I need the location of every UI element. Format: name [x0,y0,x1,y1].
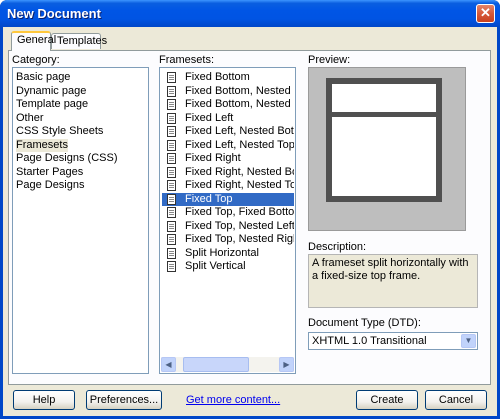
document-icon [167,139,176,151]
tab-general[interactable]: General [11,31,56,51]
get-more-content-link[interactable]: Get more content... [186,394,280,406]
document-icon [167,207,176,218]
description-box: A frameset split horizontally with a fix… [308,254,478,308]
document-icon [167,153,176,164]
frameset-item-label: Fixed Bottom, Nested Left [185,84,294,97]
document-icon [167,72,176,83]
document-icon [167,126,176,137]
document-icon [167,247,176,259]
title-bar[interactable]: New Document ✕ [0,0,500,27]
document-icon [167,166,176,178]
category-item[interactable]: Framesets [16,138,68,152]
category-item[interactable]: Basic page [16,71,70,84]
general-panel: Category: Basic page Dynamic page Template… [8,50,491,385]
frameset-item-label: Fixed Right, Nested Bottom [185,165,294,178]
frameset-item[interactable]: Fixed Bottom, Nested Right [162,98,294,111]
create-button[interactable]: Create [356,390,418,410]
cancel-button[interactable]: Cancel [425,390,487,410]
new-document-dialog: New Document ✕ General Templates Categor… [0,0,500,419]
frameset-item-label: Fixed Top, Nested Right [185,233,294,245]
document-icon [167,99,176,110]
preview-label: Preview: [308,54,351,66]
help-button[interactable]: Help [13,390,75,410]
frameset-item[interactable]: Fixed Right, Nested Bottom [162,166,294,179]
document-icon [167,112,176,124]
scroll-thumb[interactable] [183,357,249,372]
frameset-item[interactable]: Fixed Bottom [162,71,294,84]
scroll-right-icon[interactable]: ▶ [279,357,294,372]
frameset-item[interactable]: Split Horizontal [162,247,294,260]
frameset-item-label: Fixed Right, Nested Top [185,179,294,191]
frameset-item-label: Fixed Left, Nested Bottom [185,125,294,137]
close-icon[interactable]: ✕ [476,4,495,23]
frameset-item[interactable]: Fixed Right [162,152,294,165]
category-item[interactable]: Page Designs [16,179,85,192]
frameset-item[interactable]: Fixed Left, Nested Bottom [162,125,294,138]
chevron-down-icon[interactable]: ▼ [461,334,476,348]
frameset-item-label: Fixed Left, Nested Top [185,138,294,151]
frameset-item[interactable]: Fixed Top, Nested Right [162,233,294,246]
scroll-left-icon[interactable]: ◀ [161,357,176,372]
document-icon [167,193,176,205]
category-item[interactable]: Other [16,112,44,125]
frameset-item-label: Split Vertical [185,260,246,272]
frameset-item-label: Fixed Top [185,192,233,205]
description-label: Description: [308,241,367,253]
framesets-label: Framesets: [159,54,215,66]
frameset-item[interactable]: Fixed Top, Nested Left [162,220,294,233]
doctype-label: Document Type (DTD): [308,317,421,329]
frameset-item[interactable]: Fixed Top [162,192,294,206]
category-item[interactable]: Starter Pages [16,166,83,179]
category-item[interactable]: Template page [16,98,88,111]
preview-frame-divider [332,112,436,117]
doctype-value: XHTML 1.0 Transitional [312,335,427,347]
category-item[interactable]: Page Designs (CSS) [16,152,118,165]
preview-frame-outline [326,78,442,202]
frameset-item-label: Fixed Bottom, Nested Right [185,98,294,110]
frameset-item[interactable]: Fixed Left [162,112,294,125]
document-icon [167,85,176,97]
frameset-item-label: Fixed Top, Fixed Bottom [185,206,294,218]
frameset-item-label: Fixed Left [185,111,234,124]
category-label: Category: [12,54,60,66]
frameset-item-label: Split Horizontal [185,246,259,259]
frameset-item-label: Fixed Top, Nested Left [185,219,294,232]
doctype-select[interactable]: XHTML 1.0 Transitional ▼ [308,332,478,350]
window-title: New Document [7,6,101,21]
category-list[interactable]: Basic page Dynamic page Template page Other… [12,67,149,374]
frameset-item-label: Fixed Right [185,152,241,164]
document-icon [167,180,176,191]
category-item[interactable]: CSS Style Sheets [16,125,103,138]
framesets-list[interactable]: Split Vertical Split Horizontal Fixed Top,… [159,67,296,374]
frameset-item[interactable]: Split Vertical [162,260,294,273]
dialog-client: General Templates Category: Basic page Dy… [3,27,497,416]
frameset-preview [308,67,466,231]
frameset-item[interactable]: Fixed Bottom, Nested Left [162,85,294,98]
category-item[interactable]: Dynamic page [16,85,86,98]
document-icon [167,261,176,272]
frameset-item-label: Fixed Bottom [185,71,250,83]
tab-templates[interactable]: Templates [51,33,107,49]
framesets-hscrollbar[interactable]: ◀ ▶ [161,357,294,372]
frameset-item[interactable]: Fixed Right, Nested Top [162,179,294,192]
document-icon [167,234,176,245]
frameset-item[interactable]: Fixed Left, Nested Top [162,139,294,152]
document-icon [167,220,176,232]
frameset-item[interactable]: Fixed Top, Fixed Bottom [162,206,294,219]
preferences-button[interactable]: Preferences... [86,390,162,410]
